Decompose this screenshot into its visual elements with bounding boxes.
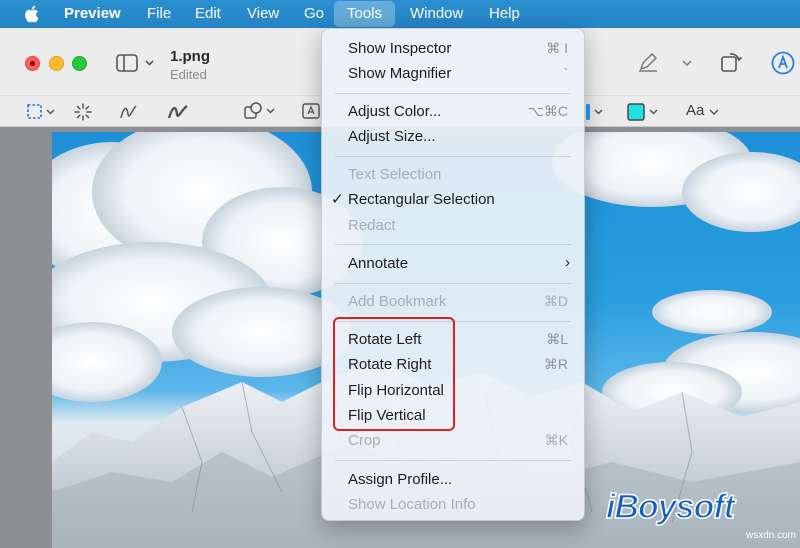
document-title: 1.png	[170, 48, 210, 65]
menu-item-show-magnifier[interactable]: Show Magnifier `	[322, 62, 584, 86]
menu-item-label: Annotate	[348, 255, 409, 272]
chevron-down-icon[interactable]	[681, 59, 693, 67]
highlight-pen-icon[interactable]	[636, 50, 660, 74]
font-button[interactable]: Aa	[686, 102, 704, 119]
menu-separator	[335, 460, 571, 461]
close-button[interactable]	[25, 56, 40, 71]
menu-item-shortcut: ⌘R	[543, 356, 568, 372]
menu-item-shortcut: ⌥⌘C	[527, 103, 568, 119]
menu-item-label: Show Magnifier	[348, 65, 452, 82]
font-chevron-icon[interactable]	[708, 108, 720, 116]
text-box-icon[interactable]	[302, 103, 320, 119]
menu-view[interactable]: View	[241, 0, 285, 28]
watermark-logo: iBoysoft	[605, 487, 736, 527]
border-color-icon[interactable]	[586, 103, 608, 121]
menu-item-label: Adjust Color...	[348, 103, 442, 120]
menu-item-rectangular-selection[interactable]: ✓ Rectangular Selection	[322, 188, 584, 212]
menu-item-shortcut: ⌘ I	[546, 40, 568, 56]
submenu-chevron-icon: ›	[565, 254, 570, 271]
menu-item-label: Redact	[348, 217, 396, 234]
menu-item-label: Adjust Size...	[348, 128, 436, 145]
close-dot-icon	[30, 61, 35, 66]
menu-edit[interactable]: Edit	[189, 0, 227, 28]
menu-item-shortcut: `	[563, 65, 568, 81]
menu-item-annotate[interactable]: Annotate ›	[322, 252, 584, 276]
menu-item-label: Rectangular Selection	[348, 191, 495, 208]
menu-item-text-selection: Text Selection	[322, 163, 584, 187]
document-status: Edited	[170, 67, 207, 82]
menu-item-shortcut: ⌘L	[546, 331, 568, 347]
menu-item-shortcut: ⌘D	[543, 293, 568, 309]
menu-item-label: Assign Profile...	[348, 471, 453, 488]
menu-file[interactable]: File	[141, 0, 177, 28]
menu-item-shortcut: ⌘K	[544, 432, 568, 448]
apple-icon[interactable]	[23, 5, 39, 23]
menu-item-crop: Crop ⌘K	[322, 429, 584, 453]
menu-item-show-inspector[interactable]: Show Inspector ⌘ I	[322, 37, 584, 61]
sidebar-toggle-icon[interactable]	[116, 53, 156, 73]
rect-selection-icon[interactable]	[26, 103, 58, 121]
menu-item-add-bookmark: Add Bookmark ⌘D	[322, 290, 584, 314]
menu-item-show-location-info: Show Location Info	[322, 493, 584, 517]
watermark-site: wsxdn.com	[746, 530, 797, 541]
menu-item-redact: Redact	[322, 214, 584, 238]
instant-alpha-icon[interactable]	[73, 102, 93, 122]
draw-icon[interactable]	[166, 102, 190, 122]
markup-icon[interactable]	[770, 50, 796, 76]
menu-item-label: Crop	[348, 432, 381, 449]
menu-help[interactable]: Help	[483, 0, 526, 28]
tools-menu: Show Inspector ⌘ I Show Magnifier ` Adju…	[321, 28, 585, 521]
minimize-button[interactable]	[49, 56, 64, 71]
menu-bar: Preview File Edit View Go Tools Window H…	[0, 0, 800, 28]
menu-item-label: Show Location Info	[348, 496, 476, 513]
sketch-icon[interactable]	[118, 102, 140, 122]
menu-separator	[335, 156, 571, 157]
menu-go[interactable]: Go	[298, 0, 330, 28]
menu-item-assign-profile[interactable]: Assign Profile...	[322, 468, 584, 492]
menu-separator	[335, 244, 571, 245]
menu-item-adjust-color[interactable]: Adjust Color... ⌥⌘C	[322, 100, 584, 124]
menu-window[interactable]: Window	[404, 0, 469, 28]
menu-app-preview[interactable]: Preview	[58, 0, 127, 28]
menu-separator	[335, 283, 571, 284]
menu-separator	[335, 93, 571, 94]
menu-item-label: Text Selection	[348, 166, 442, 183]
menu-tools[interactable]: Tools	[334, 1, 396, 27]
menu-item-label: Show Inspector	[348, 40, 452, 57]
checkmark-icon: ✓	[331, 191, 344, 208]
menu-item-adjust-size[interactable]: Adjust Size...	[322, 125, 584, 149]
fill-color-icon[interactable]	[626, 102, 662, 122]
shapes-icon[interactable]	[243, 101, 279, 121]
highlight-annotation-box	[333, 317, 455, 431]
zoom-button[interactable]	[72, 56, 87, 71]
menu-item-label: Add Bookmark	[348, 293, 447, 310]
rotate-icon[interactable]	[718, 48, 744, 74]
